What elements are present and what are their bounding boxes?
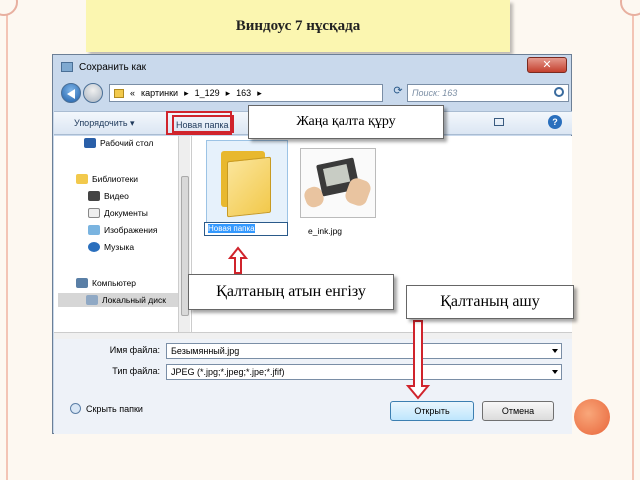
nav-item-images[interactable]: Изображения bbox=[88, 225, 157, 235]
slide-border-right bbox=[632, 0, 634, 480]
chevron-down-icon[interactable] bbox=[552, 370, 558, 374]
images-icon bbox=[88, 225, 100, 235]
image-file-item[interactable] bbox=[300, 148, 376, 218]
decor-orange-dot bbox=[574, 399, 610, 435]
nav-item-libraries[interactable]: Библиотеки bbox=[76, 174, 138, 184]
search-placeholder: Поиск: 163 bbox=[412, 88, 458, 98]
folder-icon bbox=[114, 88, 124, 98]
folder-name-input[interactable]: Новая папка bbox=[204, 222, 288, 236]
drive-icon bbox=[86, 295, 98, 305]
nav-item-music[interactable]: Музыка bbox=[88, 242, 134, 252]
address-part[interactable]: 163 bbox=[236, 88, 251, 98]
folder-front-shape bbox=[227, 156, 271, 218]
cancel-button[interactable]: Отмена bbox=[482, 401, 554, 421]
filetype-value: JPEG (*.jpg;*.jpeg;*.jpe;*.jfif) bbox=[171, 367, 285, 377]
filename-input[interactable]: Безымянный.jpg bbox=[166, 343, 562, 359]
slide-border-left bbox=[6, 0, 8, 480]
filetype-label: Тип файла: bbox=[112, 366, 160, 376]
slide-title: Виндоус 7 нұсқада bbox=[86, 0, 510, 52]
window-icon bbox=[61, 62, 73, 72]
filetype-select[interactable]: JPEG (*.jpg;*.jpeg;*.jpe;*.jfif) bbox=[166, 364, 562, 380]
organize-button[interactable]: Упорядочить ▾ bbox=[74, 118, 135, 129]
filename-label: Имя файла: bbox=[109, 345, 160, 355]
search-icon bbox=[554, 87, 564, 97]
nav-item-label: Библиотеки bbox=[92, 174, 139, 184]
dialog-footer: Имя файла: Безымянный.jpg Тип файла: JPE… bbox=[54, 339, 572, 434]
decor-circle-right bbox=[620, 0, 640, 16]
new-folder-item[interactable] bbox=[206, 140, 288, 224]
image-file-name: e_ink.jpg bbox=[308, 226, 343, 236]
nav-item-label: Рабочий стол bbox=[100, 138, 154, 148]
filename-value: Безымянный.jpg bbox=[171, 346, 240, 356]
computer-icon bbox=[76, 278, 88, 288]
callout-new-folder: Жаңа қалта құру bbox=[248, 105, 444, 139]
close-button[interactable]: ✕ bbox=[527, 57, 567, 73]
back-button[interactable] bbox=[61, 83, 81, 103]
nav-item-local-disk[interactable]: Локальный диск bbox=[58, 293, 178, 307]
search-input[interactable]: Поиск: 163 bbox=[407, 84, 569, 102]
nav-item-label: Компьютер bbox=[92, 278, 136, 288]
nav-item-computer[interactable]: Компьютер bbox=[76, 278, 136, 288]
help-icon[interactable]: ? bbox=[548, 115, 562, 129]
decor-circle-left bbox=[0, 0, 18, 16]
nav-item-documents[interactable]: Документы bbox=[88, 208, 148, 218]
forward-button[interactable] bbox=[83, 83, 103, 103]
open-button[interactable]: Открыть bbox=[390, 401, 474, 421]
nav-item-label: Музыка bbox=[104, 242, 135, 252]
nav-item-label: Локальный диск bbox=[102, 295, 166, 305]
address-part[interactable]: ▸ bbox=[257, 88, 262, 99]
chevron-down-icon[interactable] bbox=[552, 349, 558, 353]
nav-item-desktop[interactable]: Рабочий стол bbox=[84, 138, 153, 148]
chevron-up-icon bbox=[70, 403, 81, 414]
view-icon[interactable] bbox=[494, 118, 504, 126]
callout-enter-name: Қалтаның атын енгізу bbox=[188, 274, 394, 310]
address-part[interactable]: картинки bbox=[141, 88, 178, 98]
navigation-row: « картинки ▸ 1_129 ▸ 163 ▸ ⟳ Поиск: 163 bbox=[61, 83, 569, 105]
ebook-screen bbox=[322, 163, 351, 187]
nav-item-label: Видео bbox=[104, 191, 129, 201]
navigation-pane: Рабочий стол Библиотеки Видео Документы … bbox=[54, 136, 190, 332]
library-icon bbox=[76, 174, 88, 184]
dialog-titlebar: Сохранить как bbox=[53, 55, 571, 79]
new-folder-button[interactable]: Новая папка bbox=[172, 115, 234, 133]
documents-icon bbox=[88, 208, 100, 218]
nav-item-label: Изображения bbox=[104, 225, 158, 235]
desktop-icon bbox=[84, 138, 96, 148]
hide-folders-button[interactable]: Скрыть папки bbox=[70, 403, 143, 414]
music-icon bbox=[88, 242, 100, 252]
address-bar[interactable]: « картинки ▸ 1_129 ▸ 163 ▸ bbox=[109, 84, 383, 102]
address-part[interactable]: 1_129 bbox=[195, 88, 220, 98]
refresh-icon[interactable]: ⟳ bbox=[387, 84, 409, 102]
folder-name-selected: Новая папка bbox=[208, 224, 255, 233]
video-icon bbox=[88, 191, 100, 201]
hide-folders-label: Скрыть папки bbox=[86, 403, 143, 414]
address-part[interactable]: ▸ bbox=[184, 88, 189, 99]
callout-open-folder: Қалтаның ашу bbox=[406, 285, 574, 319]
nav-item-video[interactable]: Видео bbox=[88, 191, 129, 201]
address-part: « bbox=[130, 88, 136, 98]
back-arrow-icon bbox=[67, 89, 75, 99]
address-part[interactable]: ▸ bbox=[226, 88, 231, 99]
nav-item-label: Документы bbox=[104, 208, 148, 218]
dialog-title: Сохранить как bbox=[79, 61, 147, 73]
